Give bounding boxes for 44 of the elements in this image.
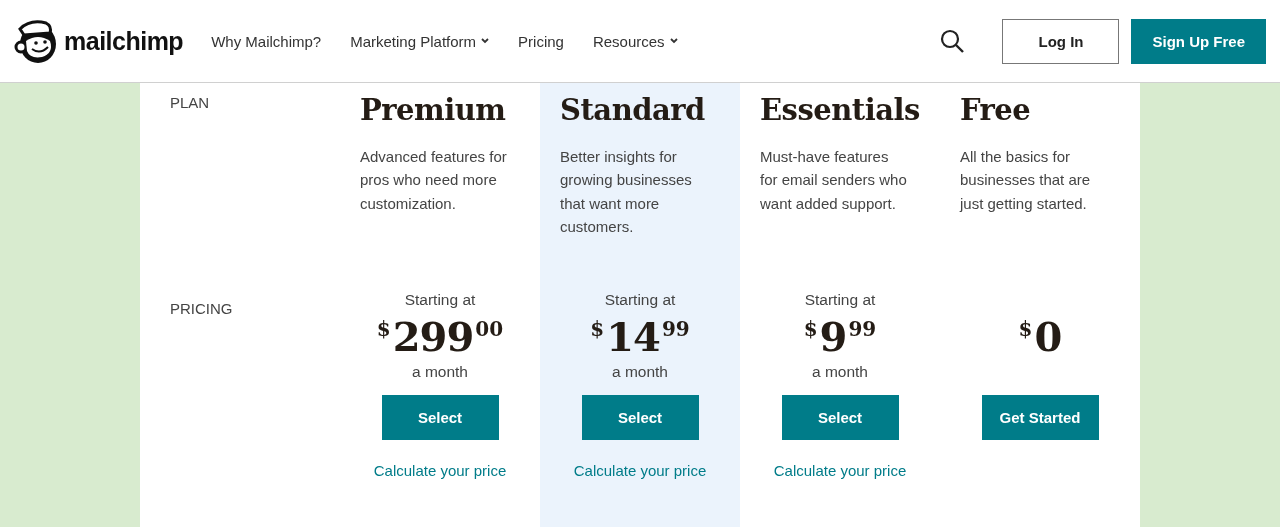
price-amount: 14 (606, 315, 660, 359)
calculate-price-link[interactable]: Calculate your price (573, 462, 707, 479)
search-icon[interactable] (940, 29, 965, 53)
log-in-button[interactable]: Log In (1002, 18, 1120, 64)
price-caption: Starting at (604, 291, 676, 310)
plan-description: Advanced features for pros who need more customization. (360, 147, 508, 214)
currency-symbol: $ (1018, 317, 1033, 341)
chevron-down-icon (669, 38, 678, 44)
plan-description: Better insights for growing businesses that want more customers. (560, 147, 693, 237)
price-caption: Starting at (804, 291, 876, 310)
plan-name: Free (960, 93, 1032, 129)
plan-name: Standard (560, 93, 706, 129)
plan-description: All the basics for businesses that are just getting started. (960, 147, 1092, 214)
price-cents: 00 (475, 317, 504, 341)
price-period: a month (812, 363, 868, 382)
price-caption: Starting at (404, 291, 476, 310)
price-period: a month (612, 363, 668, 382)
row-label: PRICING (170, 300, 234, 317)
sign-up-button[interactable]: Sign Up Free (1131, 18, 1266, 64)
currency-symbol: $ (803, 317, 818, 341)
select-button[interactable]: Select (781, 395, 899, 440)
calculate-price-link[interactable]: Calculate your price (373, 462, 507, 479)
price-amount: 0 (1034, 315, 1062, 359)
price-amount: 299 (392, 315, 474, 359)
select-button[interactable]: Select (381, 395, 499, 440)
logo-wordmark[interactable]: mailchimp (64, 26, 184, 56)
select-button[interactable]: Select (581, 395, 699, 440)
currency-symbol: $ (376, 317, 391, 341)
nav-link[interactable]: Resources (592, 32, 678, 50)
price-cents: 99 (848, 317, 877, 341)
currency-symbol: $ (590, 317, 605, 341)
plan-name: Premium (360, 93, 507, 129)
select-button[interactable]: Get Started (981, 395, 1099, 440)
plan-name: Essentials (760, 93, 920, 129)
plan-description: Must-have features for email senders who want added support. (760, 147, 908, 214)
nav-link[interactable]: Marketing Platform (350, 32, 490, 50)
nav-link[interactable]: Why Mailchimp? (211, 32, 322, 50)
price-period: a month (412, 363, 468, 382)
row-label: PLAN (170, 94, 211, 111)
calculate-price-link[interactable]: Calculate your price (773, 462, 907, 479)
nav-link[interactable]: Pricing (518, 32, 564, 50)
chevron-down-icon (481, 38, 490, 44)
price-amount: 9 (819, 315, 847, 359)
price-cents: 99 (661, 317, 690, 341)
